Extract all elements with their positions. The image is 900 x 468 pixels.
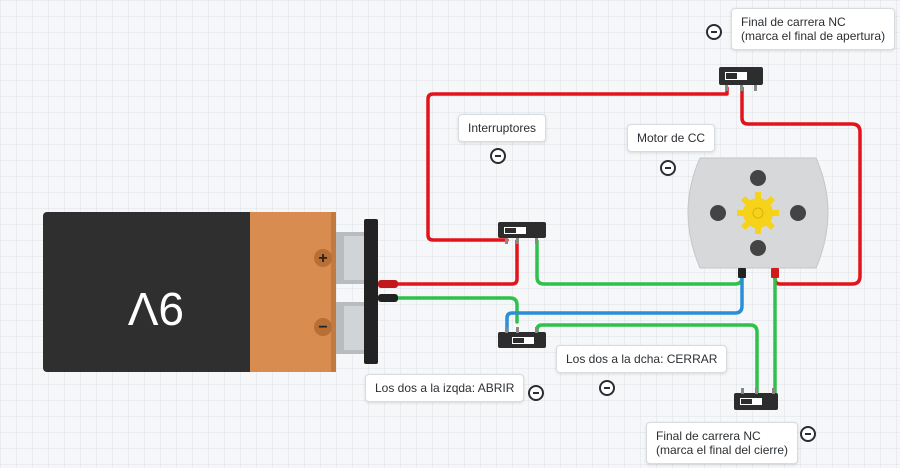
- collapse-note-limit-top-icon[interactable]: [706, 24, 722, 40]
- slide-switch-2[interactable]: [498, 327, 546, 348]
- gear-icon: [737, 192, 779, 234]
- limit-switch-bottom[interactable]: [734, 388, 778, 410]
- note-interruptores-text: Interruptores: [468, 121, 537, 135]
- slide-switch-1[interactable]: [498, 222, 546, 244]
- wire-red-switch-to-top-limit: [426, 86, 729, 242]
- battery-plus-symbol: +: [318, 250, 327, 267]
- note-limit-top-line2: (marca el final de apertura): [741, 29, 886, 43]
- note-abrir[interactable]: Los dos a la izqda: ABRIR: [365, 374, 525, 402]
- note-cerrar-text: Los dos a la dcha: CERRAR: [566, 352, 718, 366]
- note-motor[interactable]: Motor de CC: [627, 124, 716, 152]
- battery-minus-symbol: −: [318, 319, 327, 336]
- note-interruptores[interactable]: Interruptores: [458, 114, 547, 142]
- collapse-note-limit-bottom-icon[interactable]: [800, 426, 816, 442]
- battery-voltage-label: 9V: [128, 283, 185, 335]
- wire-green-battery-to-switch2: [396, 296, 519, 324]
- note-motor-text: Motor de CC: [637, 131, 706, 145]
- note-limit-bottom-line2: (marca el final del cierre): [656, 443, 789, 457]
- note-cerrar[interactable]: Los dos a la dcha: CERRAR: [556, 345, 728, 373]
- collapse-note-interruptores-icon[interactable]: [490, 148, 506, 164]
- battery-9v[interactable]: [43, 212, 398, 372]
- note-limit-top[interactable]: Final de carrera NC (marca el final de a…: [731, 8, 896, 50]
- note-limit-bottom[interactable]: Final de carrera NC (marca el final del …: [646, 422, 799, 464]
- wire-red-battery-to-switch: [396, 239, 519, 286]
- note-limit-top-line1: Final de carrera NC: [741, 15, 846, 29]
- note-abrir-text: Los dos a la izqda: ABRIR: [375, 381, 515, 395]
- collapse-note-abrir-icon[interactable]: [528, 385, 544, 401]
- dc-motor[interactable]: [687, 157, 829, 278]
- limit-switch-top[interactable]: [719, 67, 763, 91]
- collapse-note-cerrar-icon[interactable]: [599, 380, 615, 396]
- circuit-canvas[interactable]: + − 9V Interruptores Motor de CC Final d…: [0, 0, 900, 468]
- note-limit-bottom-line1: Final de carrera NC: [656, 429, 761, 443]
- collapse-note-motor-icon[interactable]: [660, 160, 676, 176]
